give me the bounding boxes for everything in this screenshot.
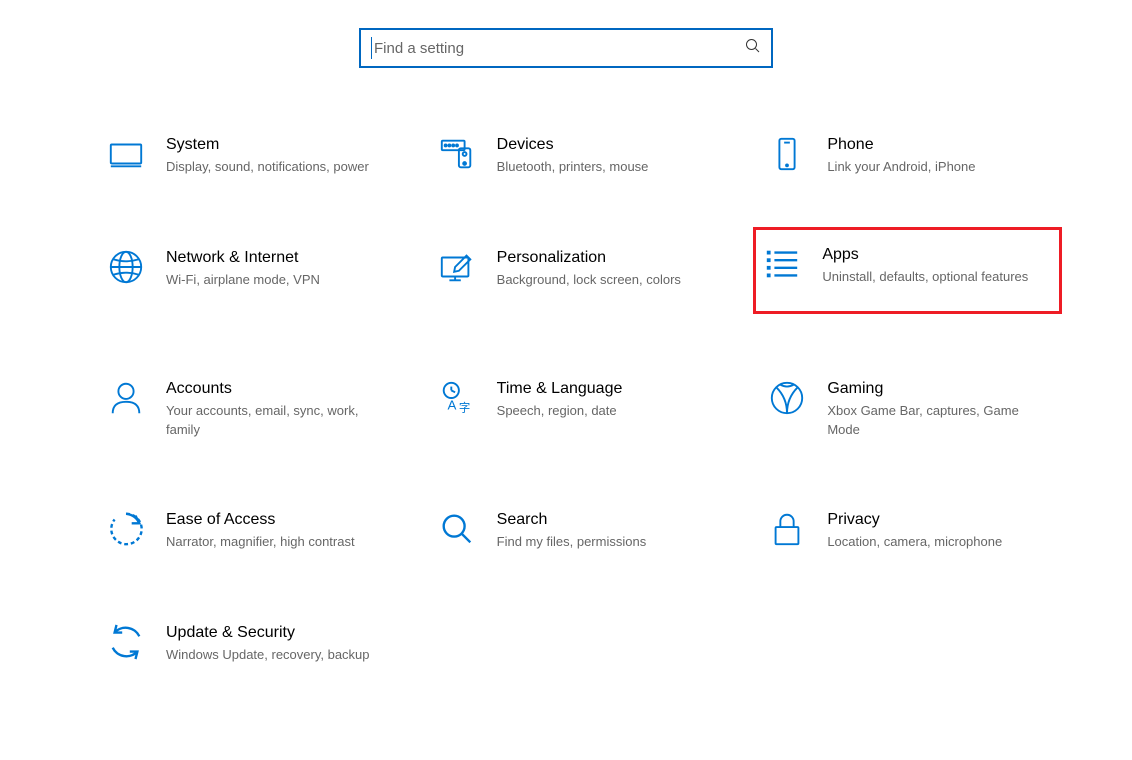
accounts-icon xyxy=(106,378,146,418)
tile-title: System xyxy=(166,136,369,154)
tile-search[interactable]: Search Find my files, permissions xyxy=(431,503,762,558)
search-box[interactable] xyxy=(359,28,773,68)
tile-title: Network & Internet xyxy=(166,249,320,267)
search-caret xyxy=(371,37,372,59)
tile-title: Update & Security xyxy=(166,624,370,642)
ease-of-access-icon xyxy=(106,509,146,549)
network-icon xyxy=(106,247,146,287)
system-icon xyxy=(106,134,146,174)
tile-text: Time & Language Speech, region, date xyxy=(497,378,623,421)
tile-title: Search xyxy=(497,511,647,529)
tile-update-security[interactable]: Update & Security Windows Update, recove… xyxy=(100,616,431,671)
settings-tiles: System Display, sound, notifications, po… xyxy=(0,128,1132,671)
tile-title: Ease of Access xyxy=(166,511,355,529)
search-container xyxy=(0,0,1132,128)
tile-text: Ease of Access Narrator, magnifier, high… xyxy=(166,509,355,552)
tile-ease-of-access[interactable]: Ease of Access Narrator, magnifier, high… xyxy=(100,503,431,558)
tile-desc: Narrator, magnifier, high contrast xyxy=(166,533,355,552)
tile-text: Phone Link your Android, iPhone xyxy=(827,134,975,177)
privacy-icon xyxy=(767,509,807,549)
tile-text: Network & Internet Wi-Fi, airplane mode,… xyxy=(166,247,320,290)
time-language-icon: A 字 xyxy=(437,378,477,418)
svg-text:A: A xyxy=(447,397,456,412)
tile-text: Apps Uninstall, defaults, optional featu… xyxy=(822,244,1028,287)
tile-gaming[interactable]: Gaming Xbox Game Bar, captures, Game Mod… xyxy=(761,372,1092,446)
tile-time-language[interactable]: A 字 Time & Language Speech, region, date xyxy=(431,372,762,446)
tile-text: Devices Bluetooth, printers, mouse xyxy=(497,134,649,177)
tile-text: Update & Security Windows Update, recove… xyxy=(166,622,370,665)
tile-network[interactable]: Network & Internet Wi-Fi, airplane mode,… xyxy=(100,241,431,314)
tile-title: Time & Language xyxy=(497,380,623,398)
update-security-icon xyxy=(106,622,146,662)
tile-text: Privacy Location, camera, microphone xyxy=(827,509,1002,552)
tile-desc: Xbox Game Bar, captures, Game Mode xyxy=(827,402,1037,440)
tile-desc: Display, sound, notifications, power xyxy=(166,158,369,177)
phone-icon xyxy=(767,134,807,174)
tile-desc: Find my files, permissions xyxy=(497,533,647,552)
tile-text: Search Find my files, permissions xyxy=(497,509,647,552)
tile-text: System Display, sound, notifications, po… xyxy=(166,134,369,177)
tile-title: Phone xyxy=(827,136,975,154)
tile-system[interactable]: System Display, sound, notifications, po… xyxy=(100,128,431,183)
tile-devices[interactable]: Devices Bluetooth, printers, mouse xyxy=(431,128,762,183)
tile-desc: Windows Update, recovery, backup xyxy=(166,646,370,665)
tile-text: Accounts Your accounts, email, sync, wor… xyxy=(166,378,376,440)
svg-text:字: 字 xyxy=(459,400,470,414)
tile-accounts[interactable]: Accounts Your accounts, email, sync, wor… xyxy=(100,372,431,446)
tile-privacy[interactable]: Privacy Location, camera, microphone xyxy=(761,503,1092,558)
tile-desc: Background, lock screen, colors xyxy=(497,271,681,290)
tile-text: Personalization Background, lock screen,… xyxy=(497,247,681,290)
tile-text: Gaming Xbox Game Bar, captures, Game Mod… xyxy=(827,378,1037,440)
search-tile-icon xyxy=(437,509,477,549)
tile-desc: Bluetooth, printers, mouse xyxy=(497,158,649,177)
tile-title: Accounts xyxy=(166,380,376,398)
tile-desc: Uninstall, defaults, optional features xyxy=(822,268,1028,287)
personalization-icon xyxy=(437,247,477,287)
tile-apps[interactable]: Apps Uninstall, defaults, optional featu… xyxy=(753,227,1062,314)
tile-title: Privacy xyxy=(827,511,1002,529)
tile-title: Devices xyxy=(497,136,649,154)
tile-desc: Wi-Fi, airplane mode, VPN xyxy=(166,271,320,290)
search-input[interactable] xyxy=(374,30,745,66)
gaming-icon xyxy=(767,378,807,418)
tile-desc: Speech, region, date xyxy=(497,402,623,421)
tile-title: Apps xyxy=(822,246,1028,264)
search-icon xyxy=(745,38,761,59)
tile-phone[interactable]: Phone Link your Android, iPhone xyxy=(761,128,1092,183)
tile-desc: Link your Android, iPhone xyxy=(827,158,975,177)
tile-title: Gaming xyxy=(827,380,1037,398)
tile-title: Personalization xyxy=(497,249,681,267)
apps-icon xyxy=(762,244,802,284)
tile-desc: Your accounts, email, sync, work, family xyxy=(166,402,376,440)
tile-personalization[interactable]: Personalization Background, lock screen,… xyxy=(431,241,762,314)
devices-icon xyxy=(437,134,477,174)
tile-desc: Location, camera, microphone xyxy=(827,533,1002,552)
